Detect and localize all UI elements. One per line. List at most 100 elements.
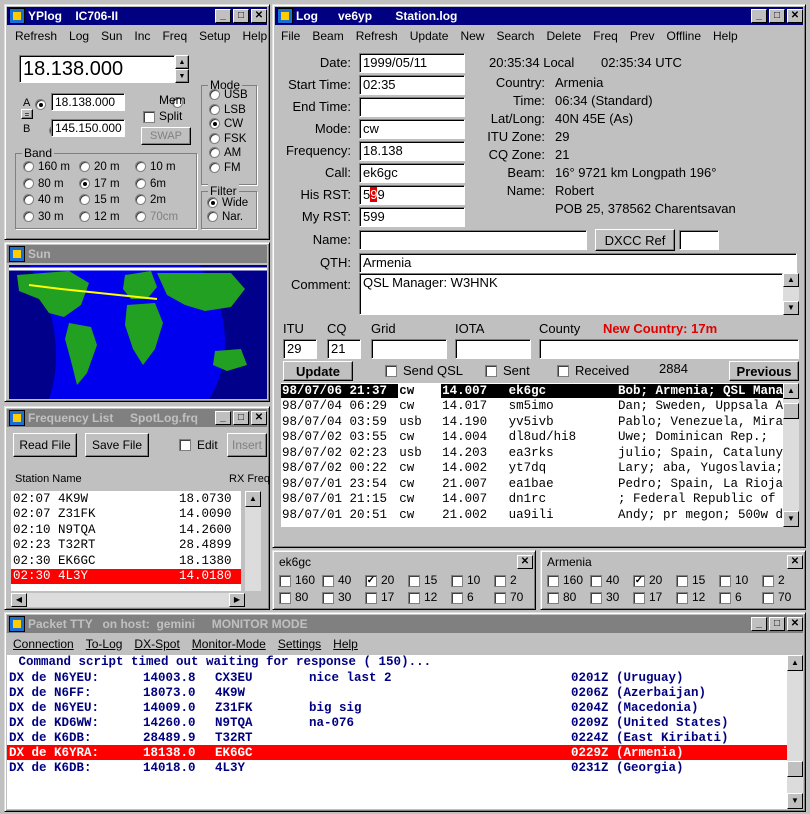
- freq-down-icon[interactable]: ▼: [175, 69, 189, 83]
- swap-button[interactable]: SWAP: [141, 127, 191, 145]
- cq-field[interactable]: 21: [327, 339, 361, 359]
- band-option[interactable]: 30 m: [23, 211, 79, 228]
- table-row[interactable]: 98/07/01 23:54 cw 21.007 ea1bae Pedro; Spain…: [281, 476, 783, 492]
- log-menu-beam[interactable]: Beam: [306, 29, 349, 43]
- band-checkbox[interactable]: [762, 574, 774, 587]
- itu-field[interactable]: 29: [283, 339, 317, 359]
- packet-menu-to-log[interactable]: To-Log: [80, 637, 129, 651]
- dx-spot-row[interactable]: DX de K6YRA: 18138.0 EK6GC 0229Z (Armenia): [7, 745, 787, 760]
- scroll-up-icon[interactable]: ▲: [783, 383, 799, 399]
- menu-refresh[interactable]: Refresh: [9, 29, 63, 43]
- sun-titlebar[interactable]: Sun: [7, 245, 267, 263]
- band-option[interactable]: 2m: [135, 194, 191, 211]
- grid-field[interactable]: [371, 339, 447, 359]
- frequency-field[interactable]: 18.138: [359, 141, 465, 161]
- mode-radio[interactable]: [209, 103, 220, 115]
- scroll-left-icon[interactable]: ◀: [11, 593, 27, 607]
- end-time-field[interactable]: [359, 97, 465, 117]
- band-option[interactable]: 70cm: [135, 211, 191, 228]
- dx-spot-row[interactable]: DX de K6DB: 14018.0 4L3Y 0231Z (Georgia): [7, 760, 787, 775]
- band-radio[interactable]: [79, 194, 90, 206]
- scroll-down-icon[interactable]: ▼: [783, 301, 799, 315]
- band-checkbox[interactable]: [762, 591, 774, 604]
- band-checkbox[interactable]: [365, 591, 377, 604]
- filter-radio[interactable]: [207, 211, 218, 223]
- scroll-up-icon[interactable]: ▲: [787, 655, 803, 671]
- close-icon[interactable]: ✕: [251, 411, 267, 425]
- band-checkbox-item[interactable]: 30: [322, 590, 365, 607]
- band-checkbox[interactable]: [494, 574, 506, 587]
- send-qsl-checkbox[interactable]: [385, 365, 397, 377]
- band-option[interactable]: 160 m: [23, 161, 79, 178]
- dxcc-field[interactable]: [679, 230, 719, 250]
- scroll-thumb[interactable]: [783, 403, 799, 419]
- log-menu-offline[interactable]: Offline: [661, 29, 707, 43]
- band-checkbox-item[interactable]: 80: [547, 590, 590, 607]
- dx-spot-row[interactable]: DX de K6DB: 28489.9 T32RT 0224Z (East Kirib…: [7, 730, 787, 745]
- scroll-up-icon[interactable]: ▲: [245, 491, 261, 507]
- filter-radio[interactable]: [207, 197, 218, 209]
- band-checkbox-item[interactable]: 10: [451, 573, 494, 590]
- band-checkbox-item[interactable]: 40: [590, 573, 633, 590]
- vfo-b-field[interactable]: 145.150.000: [51, 119, 125, 137]
- table-row[interactable]: 98/07/02 02:23 usb 14.203 ea3rks julio; Spai…: [281, 445, 783, 461]
- table-row[interactable]: 98/07/04 03:59 usb 14.190 yv5ivb Pablo; Vene…: [281, 414, 783, 430]
- mode-field[interactable]: cw: [359, 119, 465, 139]
- filter-option[interactable]: Wide: [207, 197, 257, 211]
- band-checkbox-item[interactable]: 17: [633, 590, 676, 607]
- log-menu-prev[interactable]: Prev: [624, 29, 661, 43]
- packet-vscroll[interactable]: ▲ ▼: [787, 655, 803, 809]
- menu-sun[interactable]: Sun: [95, 29, 128, 43]
- band-checkbox[interactable]: [408, 574, 420, 587]
- log-menu-search[interactable]: Search: [490, 29, 540, 43]
- table-row[interactable]: 98/07/01 21:15 cw 14.007 dn1rc ; Federal Rep…: [281, 492, 783, 508]
- vfo-a-radio[interactable]: [35, 99, 46, 111]
- menu-log[interactable]: Log: [63, 29, 95, 43]
- read-file-button[interactable]: Read File: [13, 433, 77, 457]
- band-checkbox-item[interactable]: 15: [408, 573, 451, 590]
- band-radio[interactable]: [135, 194, 146, 206]
- packet-menu-connection[interactable]: Connection: [7, 637, 80, 651]
- table-row[interactable]: 98/07/02 00:22 cw 14.002 yt7dq Lary; aba, Yu…: [281, 461, 783, 477]
- band-checkbox-item[interactable]: 80: [279, 590, 322, 607]
- mode-option-lsb[interactable]: LSB: [209, 104, 257, 119]
- comment-vscroll[interactable]: ▲ ▼: [783, 273, 799, 315]
- band-checkbox[interactable]: [322, 574, 334, 587]
- menu-help[interactable]: Help: [236, 29, 273, 43]
- band-checkbox-item[interactable]: 40: [322, 573, 365, 590]
- band-checkbox[interactable]: [322, 591, 334, 604]
- band-window-country-titlebar[interactable]: Armenia ✕: [543, 553, 803, 571]
- band-checkbox[interactable]: [547, 574, 559, 587]
- dxcc-ref-button[interactable]: DXCC Ref: [595, 229, 675, 251]
- band-checkbox-item[interactable]: 2: [494, 573, 537, 590]
- save-file-button[interactable]: Save File: [85, 433, 149, 457]
- band-option[interactable]: 40 m: [23, 194, 79, 211]
- log-menu-update[interactable]: Update: [404, 29, 455, 43]
- edit-checkbox[interactable]: [179, 439, 191, 451]
- list-item[interactable]: 02:07 4K9W 18.0730: [11, 491, 241, 507]
- packet-menu-dx-spot[interactable]: DX-Spot: [128, 637, 185, 651]
- band-checkbox[interactable]: [494, 591, 506, 604]
- name-field[interactable]: [359, 230, 587, 250]
- minimize-icon[interactable]: _: [751, 617, 767, 631]
- frequency-display[interactable]: 18.138.000: [19, 55, 175, 83]
- maximize-icon[interactable]: □: [233, 9, 249, 23]
- band-radio[interactable]: [23, 194, 34, 206]
- band-radio[interactable]: [23, 161, 34, 173]
- band-option[interactable]: 80 m: [23, 178, 79, 195]
- my-rst-field[interactable]: 599: [359, 207, 465, 227]
- band-checkbox-item[interactable]: 70: [494, 590, 537, 607]
- menu-inc[interactable]: Inc: [128, 29, 156, 43]
- band-checkbox-item[interactable]: 15: [676, 573, 719, 590]
- band-checkbox[interactable]: [451, 574, 463, 587]
- packet-menu-settings[interactable]: Settings: [272, 637, 327, 651]
- band-radio[interactable]: [135, 177, 146, 189]
- band-checkbox-item[interactable]: 160: [279, 573, 322, 590]
- close-icon[interactable]: ✕: [787, 555, 803, 569]
- maximize-icon[interactable]: □: [233, 411, 249, 425]
- band-checkbox-item[interactable]: 17: [365, 590, 408, 607]
- band-checkbox[interactable]: ✓: [633, 574, 645, 587]
- band-checkbox[interactable]: [590, 591, 602, 604]
- minimize-icon[interactable]: _: [215, 9, 231, 23]
- band-checkbox[interactable]: [279, 574, 291, 587]
